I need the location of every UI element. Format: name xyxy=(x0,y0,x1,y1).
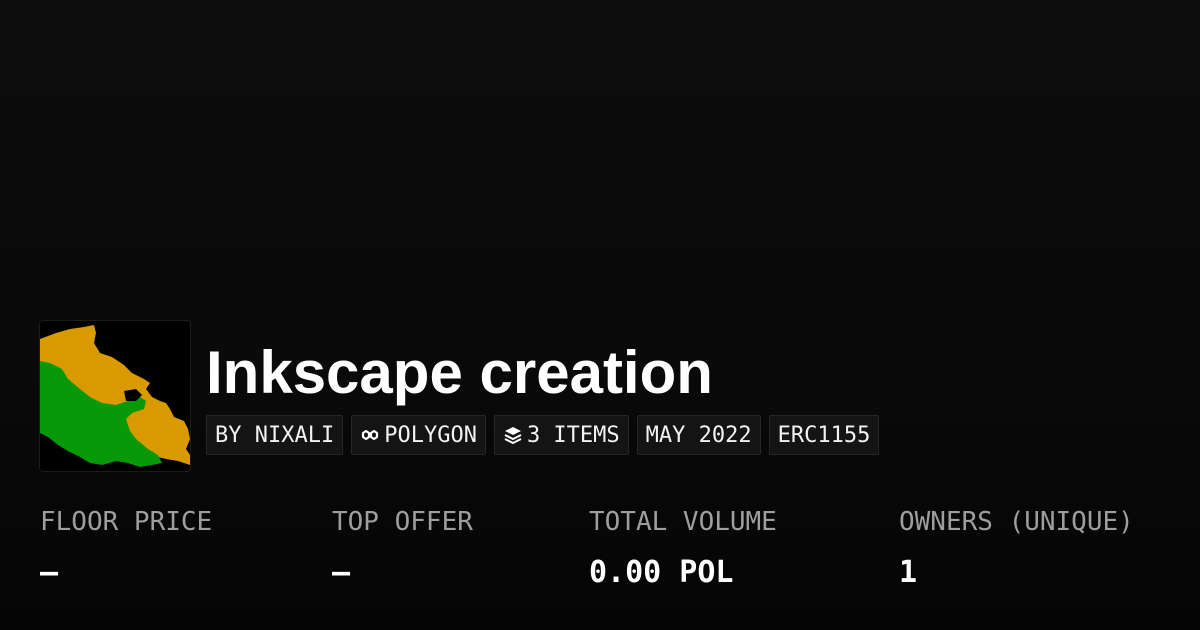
top-offer-label: TOP OFFER xyxy=(332,507,473,537)
stat-top-offer: TOP OFFER – xyxy=(332,505,473,591)
items-tag-label: 3 ITEMS xyxy=(526,422,620,448)
stat-total-volume: TOTAL VOLUME 0.00 POL xyxy=(589,505,777,591)
chain-link-icon xyxy=(360,425,380,445)
owners-label: OWNERS (UNIQUE) xyxy=(899,507,1134,537)
collection-tags: BY NIXALI POLYGON 3 ITEMS MAY 2022 ERC11… xyxy=(206,415,880,455)
floor-price-label: FLOOR PRICE xyxy=(40,507,213,537)
stat-floor-price: FLOOR PRICE – xyxy=(40,505,212,591)
chain-tag-label: POLYGON xyxy=(384,422,477,448)
items-tag[interactable]: 3 ITEMS xyxy=(493,415,629,455)
owners-value: 1 xyxy=(899,555,918,590)
creator-tag[interactable]: BY NIXALI xyxy=(206,415,344,455)
floor-price-value: – xyxy=(40,555,59,590)
total-volume-value: 0.00 POL xyxy=(589,555,734,590)
layers-icon xyxy=(503,425,523,445)
standard-tag-label: ERC1155 xyxy=(777,422,871,448)
date-tag: MAY 2022 xyxy=(636,415,761,455)
total-volume-label: TOTAL VOLUME xyxy=(589,507,777,537)
date-tag-label: MAY 2022 xyxy=(645,422,752,448)
collection-artwork xyxy=(40,321,190,471)
collection-image xyxy=(40,321,190,471)
stat-owners: OWNERS (UNIQUE) 1 xyxy=(899,505,1134,591)
standard-tag: ERC1155 xyxy=(768,415,880,455)
chain-tag[interactable]: POLYGON xyxy=(351,415,486,455)
top-offer-value: – xyxy=(332,555,351,590)
collection-title: Inkscape creation xyxy=(206,339,713,406)
creator-tag-label: BY NIXALI xyxy=(215,422,335,448)
